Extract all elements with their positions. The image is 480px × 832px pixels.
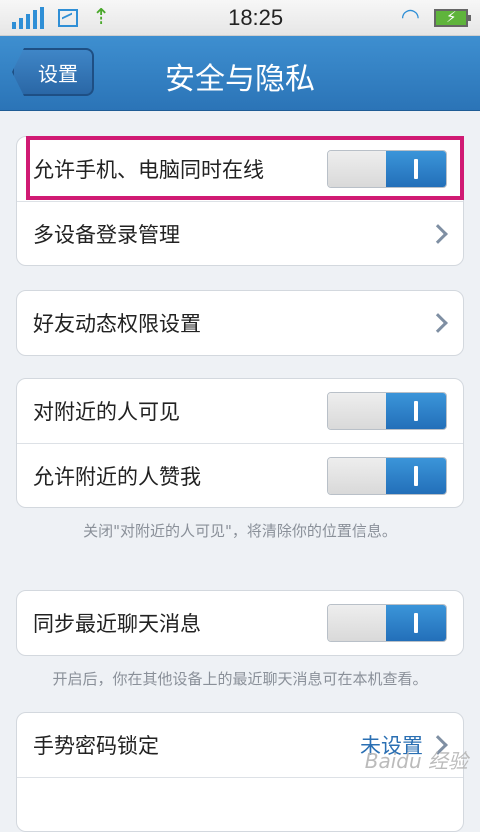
row-label: 好友动态权限设置 xyxy=(33,312,201,336)
group-sync-chat: 同步最近聊天消息 xyxy=(16,590,464,656)
row-friend-feed-permissions[interactable]: 好友动态权限设置 xyxy=(17,291,463,355)
toggle-switch-visible-to-nearby[interactable] xyxy=(327,392,447,430)
row-allow-nearby-like: 允许附近的人赞我 xyxy=(17,443,463,507)
nav-header: 设置 安全与隐私 xyxy=(0,36,480,111)
image-icon xyxy=(58,8,78,27)
nearby-note: 关闭"对附近的人可见"，将清除你的位置信息。 xyxy=(83,522,397,540)
row-sync-recent-chats: 同步最近聊天消息 xyxy=(17,591,463,655)
battery-charging-icon: ⚡ xyxy=(433,8,471,27)
toggle-switch-allow-nearby-like[interactable] xyxy=(327,456,447,495)
highlight-box xyxy=(26,136,464,200)
group-friend-feed: 好友动态权限设置 xyxy=(16,290,464,356)
toggle-switch-sync-recent-chats[interactable] xyxy=(327,604,447,642)
list-item[interactable] xyxy=(17,777,463,831)
group-nearby: 对附近的人可见 允许附近的人赞我 xyxy=(16,378,464,508)
status-bar: ⇡ 18:25 ◠ ⚡ xyxy=(0,0,480,36)
page-title: 安全与隐私 xyxy=(165,62,315,97)
watermark: Baidu 经验 xyxy=(364,749,468,773)
row-label: 多设备登录管理 xyxy=(33,222,180,247)
signal-icon xyxy=(12,6,44,29)
row-multi-device-login[interactable]: 多设备登录管理 xyxy=(17,201,463,265)
sync-chat-note: 开启后，你在其他设备上的最近聊天消息可在本机查看。 xyxy=(52,670,428,688)
usb-icon: ⇡ xyxy=(92,4,111,30)
row-visible-to-nearby: 对附近的人可见 xyxy=(17,379,463,443)
status-time: 18:25 xyxy=(228,4,284,30)
wifi-icon: ◠ xyxy=(400,4,420,30)
